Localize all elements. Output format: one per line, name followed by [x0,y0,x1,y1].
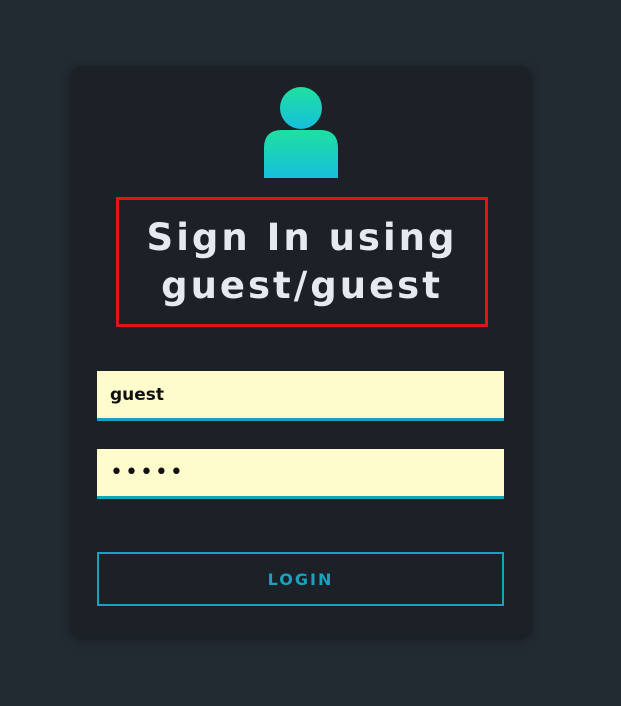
login-card: Sign In using guest/guest LOGIN [70,66,532,638]
avatar-head [280,87,322,129]
avatar-body [264,130,338,178]
username-input[interactable] [97,371,504,421]
page-title: Sign In using guest/guest [147,214,458,310]
title-line-1: Sign In using [146,216,458,259]
user-icon [264,87,338,178]
title-line-2: guest/guest [161,264,443,307]
title-highlight-box: Sign In using guest/guest [116,197,488,327]
login-button[interactable]: LOGIN [97,552,504,606]
password-input[interactable] [97,449,504,499]
